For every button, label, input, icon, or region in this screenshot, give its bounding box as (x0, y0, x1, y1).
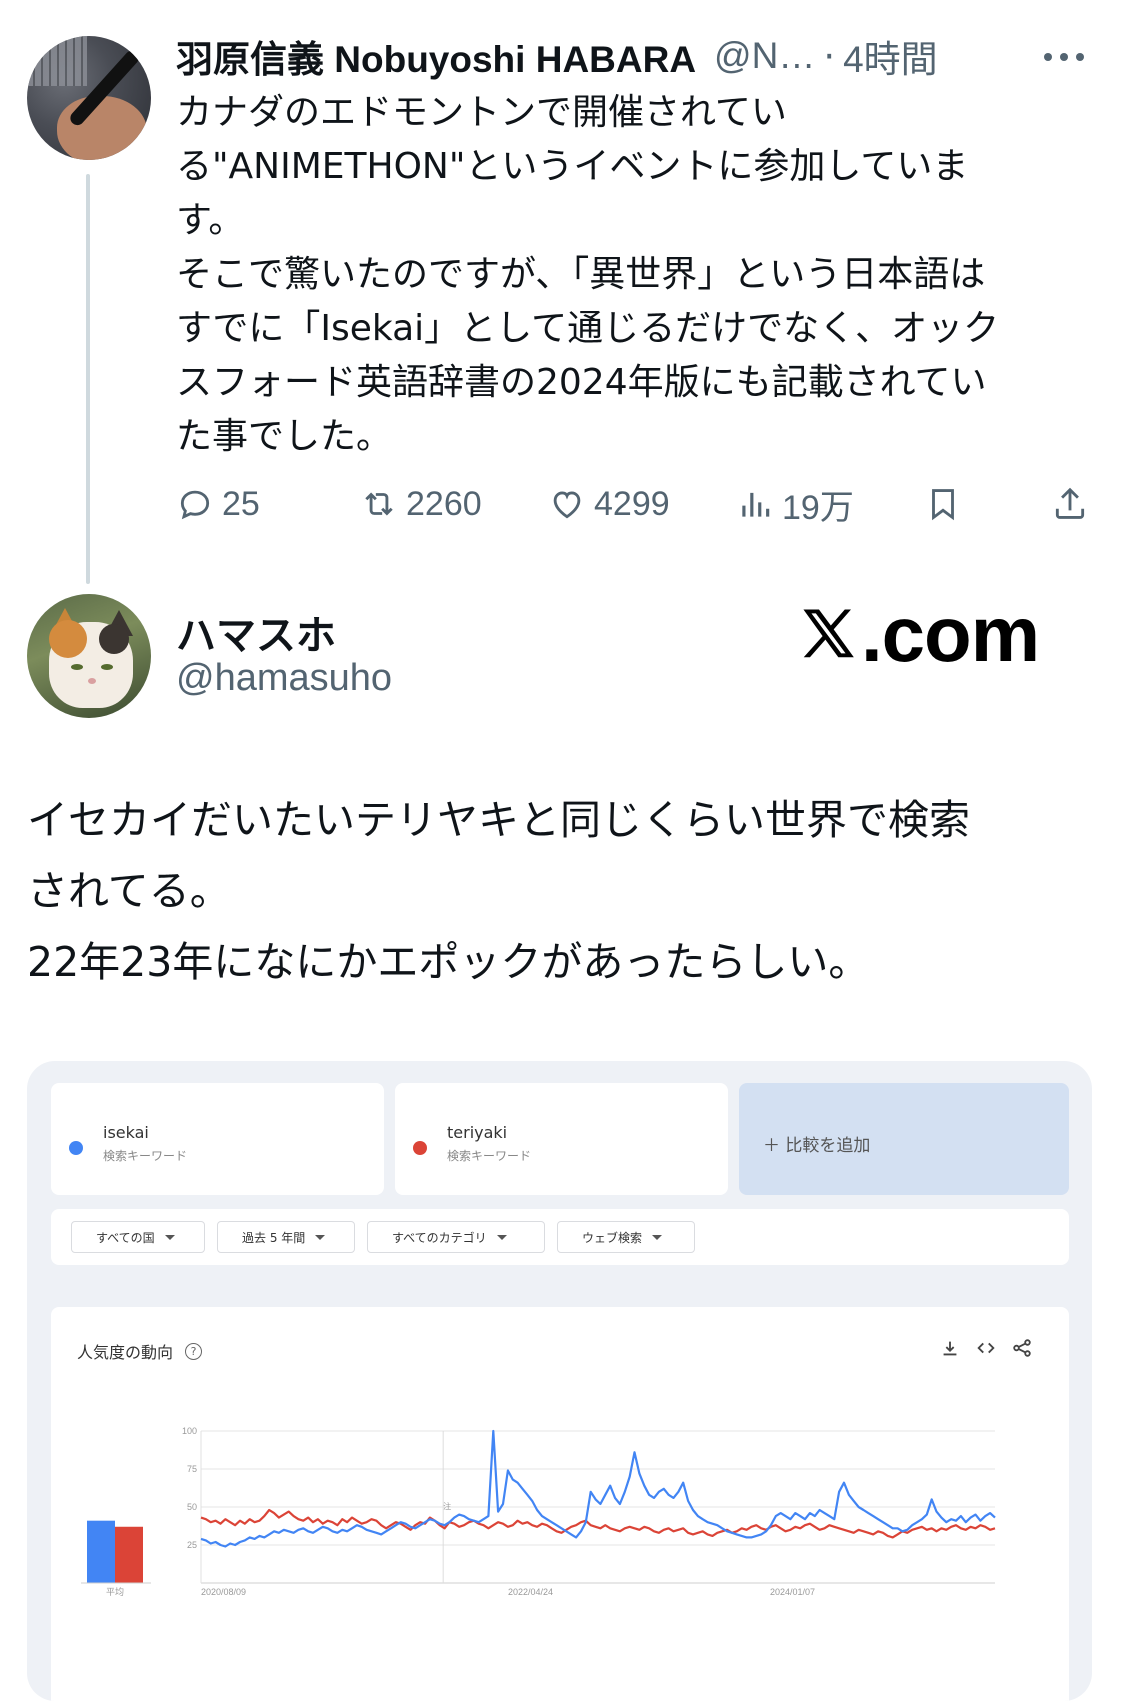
reply-button[interactable]: 25 (176, 480, 260, 528)
x-com-watermark: .com (797, 590, 1040, 678)
author-name[interactable]: ハマスホ (176, 603, 336, 661)
author-handle[interactable]: @N… (714, 35, 815, 77)
tweet-text: イセカイだいたいテリヤキと同じくらい世界で検索 されてる。 22年23年になにか… (27, 785, 1102, 998)
filter-bar: すべての国 過去 5 年間 すべてのカテゴリ ウェブ検索 (51, 1209, 1069, 1265)
reply-icon (180, 490, 210, 520)
view-count: 19万 (782, 488, 854, 527)
like-count: 4299 (594, 484, 670, 523)
repost-icon (365, 492, 393, 516)
tweet-text-line: す。 (176, 200, 245, 241)
series-color-dot (413, 1141, 427, 1155)
separator-dot: · (823, 34, 836, 78)
bookmark-button[interactable] (924, 480, 970, 528)
tweet-text-line: た事でした。 (176, 416, 393, 457)
series-color-dot (69, 1141, 83, 1155)
share-button[interactable] (1051, 480, 1097, 528)
avatar[interactable] (27, 594, 151, 718)
y-tick-label: 25 (187, 1540, 197, 1550)
tweet-text-line: スフォード英語辞書の2024年版にも記載されてい (176, 362, 987, 403)
share-icon (1055, 487, 1085, 519)
add-comparison-label: ＋ 比較を追加 (763, 1136, 871, 1156)
filter-label: ウェブ検索 (582, 1230, 643, 1245)
filter-region: すべての国 (71, 1221, 205, 1253)
y-tick-label: 100 (182, 1426, 197, 1436)
average-bar-teriyaki (115, 1526, 143, 1583)
thread-connector (86, 174, 90, 584)
repost-button[interactable]: 2260 (360, 480, 482, 528)
views-button[interactable]: 19万 (736, 480, 854, 528)
author-name[interactable]: 羽原信義 Nobuyoshi HABARA (176, 29, 696, 83)
keyword-card-teriyaki: teriyaki 検索キーワード (395, 1083, 728, 1195)
tweet-text-line: カナダのエドモントンで開催されてい (176, 92, 787, 133)
analytics-icon (742, 492, 770, 517)
filter-category: すべてのカテゴリ (367, 1221, 545, 1253)
tweet-text-line: されてる。 (27, 867, 231, 915)
filter-label: すべての国 (96, 1230, 155, 1245)
repost-count: 2260 (406, 484, 482, 523)
tweet-text: カナダのエドモントンで開催されてい る"ANIMETHON"というイベントに参加… (176, 86, 1081, 464)
timestamp[interactable]: 4時間 (843, 29, 938, 83)
y-tick-label: 50 (187, 1502, 197, 1512)
x-tick-label: 2024/01/07 (770, 1587, 815, 1597)
y-tick-label: 75 (187, 1464, 197, 1474)
add-comparison-card: ＋ 比較を追加 (739, 1083, 1069, 1195)
bookmark-icon (932, 489, 954, 521)
heart-icon (553, 491, 581, 519)
filter-search-type: ウェブ検索 (557, 1221, 695, 1253)
trend-line-chart: 100 75 50 25 注 2020/08/09 2022/04/24 2024/01/07… (81, 1426, 996, 1597)
average-bar-isekai (87, 1520, 115, 1583)
note-marker: 注 (443, 1501, 451, 1511)
filter-label: すべてのカテゴリ (392, 1230, 487, 1245)
average-label: 平均 (106, 1586, 124, 1597)
reply-count: 25 (222, 484, 260, 523)
filter-label: 過去 5 年間 (242, 1230, 306, 1245)
x-logo-icon (803, 609, 854, 658)
author-handle[interactable]: @hamasuho (176, 657, 392, 700)
attached-image-google-trends[interactable]: isekai 検索キーワード teriyaki 検索キーワード ＋ 比較を追加 … (27, 1061, 1092, 1701)
tweet-text-line: る"ANIMETHON"というイベントに参加していま (176, 146, 969, 187)
tweet-text-line: イセカイだいたいテリヤキと同じくらい世界で検索 (27, 796, 970, 844)
interest-over-time-card: 人気度の動向 ? 100 75 50 25 注 2020/08/09 2022/04/24 2… (51, 1307, 1069, 1701)
series-line-isekai (200, 1429, 996, 1548)
series-line-teriyaki (200, 1508, 996, 1539)
tweet-text-line: 22年23年になにかエポックがあったらしい。 (27, 938, 870, 986)
keyword-name: teriyaki (447, 1123, 508, 1142)
x-tick-label: 2020/08/09 (201, 1587, 246, 1597)
keyword-type: 検索キーワード (103, 1149, 188, 1163)
filter-timeframe: 過去 5 年間 (217, 1221, 355, 1253)
tweet-header: 羽原信義 Nobuyoshi HABARA @N… · 4時間 (176, 30, 938, 82)
like-button[interactable]: 4299 (548, 480, 670, 528)
keyword-type: 検索キーワード (447, 1149, 532, 1163)
more-options-icon[interactable] (1044, 42, 1084, 72)
avatar[interactable] (27, 36, 151, 160)
x-tick-label: 2022/04/24 (508, 1587, 553, 1597)
keyword-card-isekai: isekai 検索キーワード (51, 1083, 384, 1195)
keyword-name: isekai (103, 1123, 149, 1142)
tweet-text-line: すでに「Isekai」として通じるだけでなく、オック (176, 308, 1000, 349)
watermark-text: .com (861, 589, 1040, 678)
tweet-actions: 25 2260 4299 19万 (176, 480, 1086, 528)
tweet-text-line: そこで驚いたのですが、「異世界」という日本語は (176, 254, 986, 295)
